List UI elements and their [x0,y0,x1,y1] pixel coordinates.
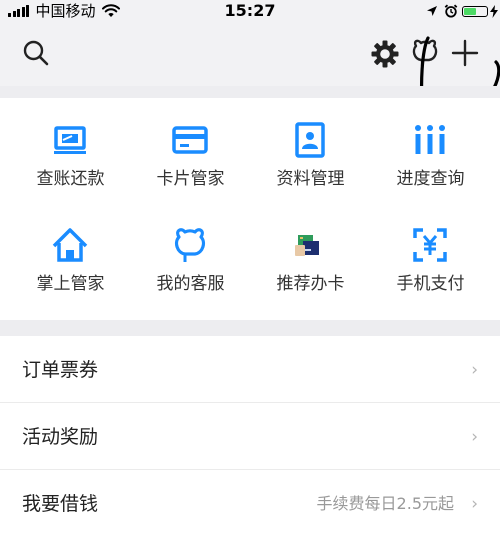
action-label: 掌上管家 [36,274,105,294]
menu-item-orders-tickets[interactable]: 订单票券 › [0,336,500,403]
profile-icon [295,122,325,158]
status-time: 15:27 [224,1,276,20]
chevron-right-icon: › [471,427,478,447]
top-toolbar [0,22,500,86]
action-pocket-manager[interactable]: 掌上管家 [8,225,133,325]
battery-level [464,7,476,15]
menu-item-label: 我要借钱 [22,493,99,515]
charging-icon [490,4,498,18]
home-icon [52,228,88,262]
service-icon [174,228,206,262]
battery-icon [462,5,488,17]
menu-item-note: 手续费每日2.5元起 [316,494,454,513]
menu-item-label: 活动奖励 [22,426,99,448]
search-icon[interactable] [22,39,50,67]
action-label: 我的客服 [156,274,225,294]
action-label: 资料管理 [276,169,345,189]
menu-item-label: 订单票券 [22,359,99,381]
card-icon [172,126,208,154]
action-mobile-pay[interactable]: 手机支付 [368,225,493,325]
add-icon[interactable] [451,39,479,67]
action-card-manager[interactable]: 卡片管家 [128,120,253,220]
action-bill-repay[interactable]: 查账还款 [8,120,133,220]
menu-item-activity-rewards[interactable]: 活动奖励 › [0,403,500,470]
status-bar: 中国移动 15:27 [0,0,500,22]
action-profile-management[interactable]: 资料管理 [248,120,373,220]
action-my-service[interactable]: 我的客服 [128,225,253,325]
recommend-card-icon [295,235,319,256]
action-progress-query[interactable]: 进度查询 [368,120,493,220]
alarm-icon [444,4,458,18]
location-arrow-icon [427,6,437,16]
menu-item-borrow-money[interactable]: 我要借钱 手续费每日2.5元起 › [0,470,500,537]
action-label: 进度查询 [396,169,465,189]
settings-icon[interactable] [370,39,400,69]
status-right [426,3,498,19]
section-divider [0,86,500,98]
progress-icon [415,125,445,154]
action-label: 卡片管家 [156,169,225,189]
action-label: 手机支付 [396,274,465,294]
action-label: 查账还款 [36,169,105,189]
action-recommend-card[interactable]: 推荐办卡 [248,225,373,325]
quick-actions-grid: 查账还款 卡片管家 资料管理 进度查询 掌上管家 我的客服 推荐办卡 手机支付 [0,98,500,320]
mobile-pay-icon [413,228,447,262]
section-divider [0,320,500,336]
chevron-right-icon: › [471,360,478,380]
action-label: 推荐办卡 [276,274,345,294]
menu-list: 订单票券 › 活动奖励 › 我要借钱 手续费每日2.5元起 › [0,336,500,537]
bill-repay-icon [54,126,86,154]
chevron-right-icon: › [471,494,478,514]
customer-service-icon[interactable] [410,37,440,69]
